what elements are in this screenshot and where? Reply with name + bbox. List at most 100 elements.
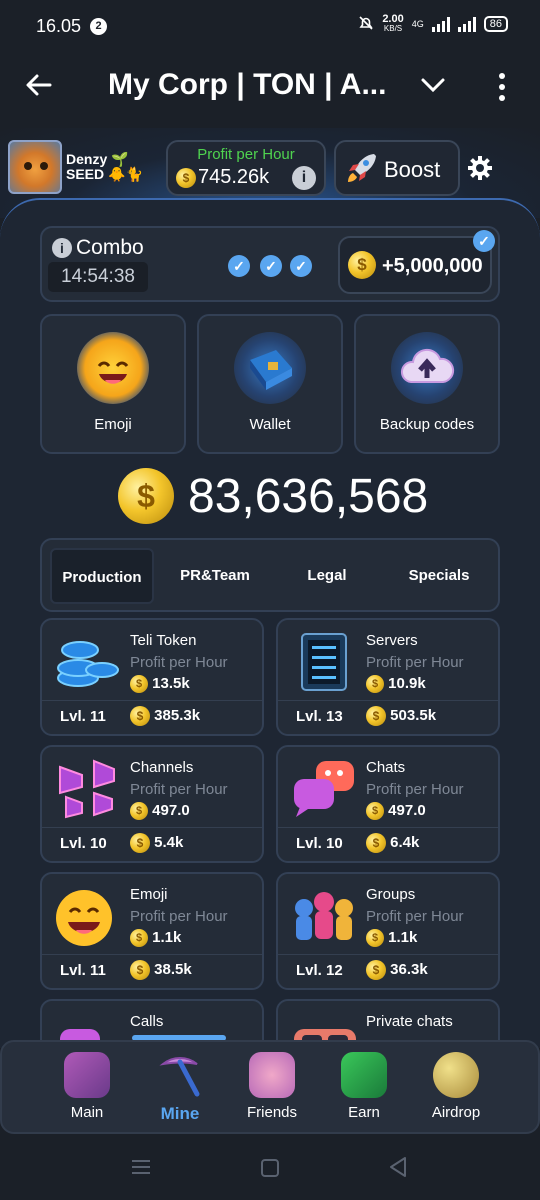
item-profit: $ 497.0 — [130, 802, 190, 821]
item-cost-value: 38.5k — [154, 960, 192, 978]
token-stack-icon — [50, 630, 124, 694]
net-type: 4G — [411, 19, 424, 29]
item-cost-value: 5.4k — [154, 833, 184, 851]
profit-label: Profit per Hour — [197, 146, 295, 163]
divider — [42, 954, 262, 955]
tab-legal[interactable]: Legal — [274, 548, 380, 604]
nav-label: Airdrop — [431, 1104, 481, 1121]
item-level: Lvl. 11 — [60, 962, 106, 979]
item-subtitle: Profit per Hour — [366, 908, 464, 925]
divider — [42, 827, 262, 828]
nav-earn[interactable]: Earn — [319, 1048, 409, 1128]
item-subtitle: Profit per Hour — [366, 781, 464, 798]
notification-count-badge: 2 — [90, 18, 107, 35]
back-arrow-icon[interactable] — [24, 70, 64, 106]
nav-airdrop[interactable]: Airdrop — [411, 1048, 501, 1128]
item-cost-value: 385.3k — [154, 706, 201, 724]
divider — [278, 827, 498, 828]
item-profit: $ 497.0 — [366, 802, 426, 821]
item-profit: $ 10.9k — [366, 675, 426, 694]
combo-reward-value: +5,000,000 — [382, 255, 483, 277]
coin-icon: $ — [366, 833, 386, 853]
tab-production[interactable]: Production — [50, 548, 154, 604]
daily-tile-backup-codes[interactable]: Backup codes — [354, 314, 500, 454]
nav-friends[interactable]: Friends — [227, 1048, 317, 1128]
item-level: Lvl. 10 — [60, 835, 107, 852]
item-profit-value: 1.1k — [388, 929, 418, 946]
item-subtitle: Profit per Hour — [130, 908, 228, 925]
home-icon[interactable] — [260, 1158, 280, 1183]
divider — [278, 954, 498, 955]
item-profit-value: 1.1k — [152, 929, 182, 946]
item-name: Private chats — [366, 1013, 453, 1030]
nav-main[interactable]: Main — [42, 1048, 132, 1128]
card-groups[interactable]: Groups Profit per Hour $ 1.1k Lvl. 12 $ … — [276, 872, 500, 990]
net-speed-unit: KB/S — [383, 24, 403, 33]
tile-label: Backup codes — [379, 416, 475, 433]
net-speed-value: 2.00 — [382, 13, 404, 25]
card-teli-token[interactable]: Teli Token Profit per Hour $ 13.5k Lvl. … — [40, 618, 264, 736]
pickaxe-icon — [157, 1052, 203, 1098]
item-name: Emoji — [130, 886, 168, 903]
coin-icon: $ — [130, 833, 150, 853]
daily-tile-wallet[interactable]: Wallet — [197, 314, 343, 454]
coin-icon — [433, 1052, 479, 1098]
coin-icon: $ — [348, 251, 376, 279]
item-level: Lvl. 10 — [296, 835, 343, 852]
laughing-emoji-icon — [77, 332, 149, 404]
item-cost: $ 38.5k — [130, 960, 192, 980]
profit-value: 745.26k — [198, 166, 270, 188]
megaphone-icon — [50, 757, 124, 821]
card-chats[interactable]: Chats Profit per Hour $ 497.0 Lvl. 10 $ … — [276, 745, 500, 863]
more-menu-icon[interactable] — [492, 70, 512, 106]
balance-value: 83,636,568 — [188, 469, 429, 523]
gear-icon[interactable] — [466, 154, 494, 182]
card-servers[interactable]: Servers Profit per Hour $ 10.9k Lvl. 13 … — [276, 618, 500, 736]
page-title: My Corp | TON | A... — [108, 68, 387, 101]
wallet-icon — [234, 332, 306, 404]
recents-icon[interactable] — [130, 1158, 152, 1181]
coin-balance: $ 83,636,568 — [118, 466, 428, 526]
item-name: Groups — [366, 886, 416, 903]
back-triangle-icon[interactable] — [388, 1156, 408, 1183]
tab-specials[interactable]: Specials — [386, 548, 492, 604]
tile-label: Wallet — [249, 416, 291, 433]
check-icon: ✓ — [290, 255, 312, 277]
category-tabs: Production PR&Team Legal Specials — [40, 538, 500, 612]
item-cost-value: 36.3k — [390, 960, 428, 978]
server-rack-icon — [286, 630, 360, 694]
item-name: Servers — [366, 632, 418, 649]
app-header: My Corp | TON | A... — [0, 52, 540, 128]
coin-icon: $ — [366, 706, 386, 726]
item-cost: $ 385.3k — [130, 706, 200, 726]
rocket-icon — [344, 150, 380, 191]
info-icon[interactable]: i — [52, 238, 72, 258]
item-name: Chats — [366, 759, 406, 776]
card-channels[interactable]: Channels Profit per Hour $ 497.0 Lvl. 10… — [40, 745, 264, 863]
coin-icon: $ — [366, 929, 384, 948]
avatar[interactable] — [8, 140, 62, 194]
item-subtitle: Profit per Hour — [366, 654, 464, 671]
item-profit-value: 13.5k — [152, 675, 190, 692]
status-time: 16.05 — [36, 16, 82, 36]
item-cost: $ 36.3k — [366, 960, 428, 980]
status-icons: 2.00 KB/S 4G 86 — [358, 14, 508, 34]
check-icon: ✓ — [473, 230, 495, 252]
nav-label: Main — [70, 1104, 104, 1121]
daily-tile-emoji[interactable]: Emoji — [40, 314, 186, 454]
money-stack-icon — [341, 1052, 387, 1098]
user-info[interactable]: Denzy 🌱 SEED 🐥🐈 — [66, 152, 143, 182]
nav-mine[interactable]: Mine — [135, 1048, 225, 1128]
chevron-down-icon[interactable] — [418, 70, 448, 100]
combo-reward-button[interactable]: $ +5,000,000 — [338, 236, 492, 294]
coin-icon: $ — [130, 675, 148, 694]
tab-pr-team[interactable]: PR&Team — [162, 548, 268, 604]
coin-icon: $ — [130, 960, 150, 980]
user-tag: SEED — [66, 166, 105, 182]
info-icon[interactable]: i — [292, 166, 316, 190]
boost-button[interactable]: Boost — [334, 140, 460, 196]
seedling-icon: 🌱 — [111, 151, 129, 167]
card-emoji[interactable]: Emoji Profit per Hour $ 1.1k Lvl. 11 $ 3… — [40, 872, 264, 990]
item-subtitle: Profit per Hour — [130, 654, 228, 671]
coin-icon: $ — [118, 468, 174, 524]
